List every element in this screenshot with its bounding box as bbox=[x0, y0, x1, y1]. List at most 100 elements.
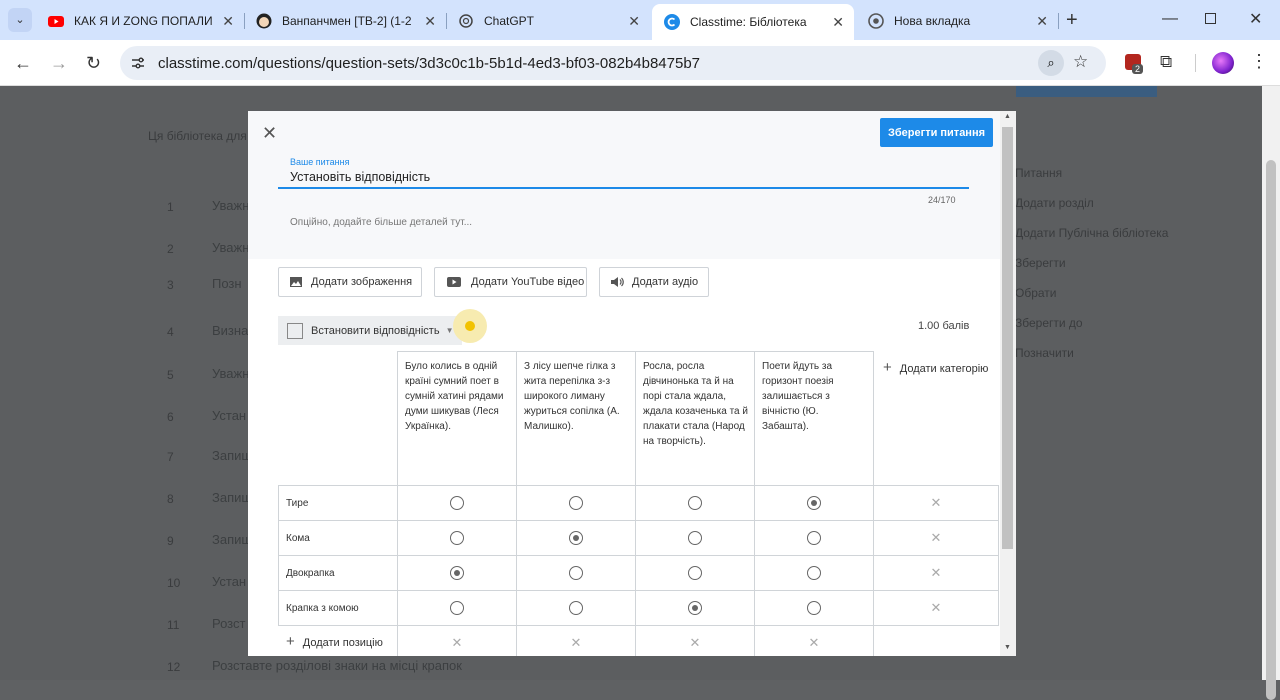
add-image-button[interactable]: Додати зображення bbox=[278, 267, 422, 297]
question-list-item[interactable]: Запиш bbox=[212, 532, 252, 547]
sidebar-action[interactable]: Обрати bbox=[1015, 286, 1057, 300]
bookmark-star-icon[interactable]: ☆ bbox=[1073, 52, 1088, 72]
sidebar-action[interactable]: Позначити bbox=[1015, 346, 1074, 360]
sidebar-action[interactable]: Зберегти до bbox=[1015, 316, 1083, 330]
question-list-item[interactable]: Уважн bbox=[212, 240, 249, 255]
close-tab-icon[interactable]: ✕ bbox=[1036, 13, 1048, 30]
position-label[interactable]: Крапка з комою bbox=[278, 590, 398, 626]
reload-button[interactable]: ↻ bbox=[86, 53, 101, 74]
radio-button[interactable] bbox=[807, 531, 821, 545]
tab-new[interactable]: Нова вкладка ✕ bbox=[856, 6, 1058, 36]
details-input[interactable]: Опційно, додайте більше деталей тут... bbox=[290, 217, 472, 228]
close-tab-icon[interactable]: ✕ bbox=[222, 13, 234, 30]
page-scrollbar[interactable] bbox=[1262, 86, 1280, 700]
remove-category-icon[interactable]: ✕ bbox=[690, 635, 701, 650]
tab-search-button[interactable]: ⌄ bbox=[8, 8, 32, 32]
close-window-button[interactable]: ✕ bbox=[1249, 9, 1262, 29]
tab-youtube[interactable]: КАК Я И ZONG ПОПАЛИ ✕ bbox=[36, 6, 244, 36]
question-type-dropdown[interactable]: Встановити відповідність ▼ bbox=[278, 316, 462, 345]
modal-scrollbar[interactable]: ▲ ▼ bbox=[1000, 111, 1016, 656]
question-input[interactable]: Установіть відповідність bbox=[290, 170, 430, 184]
radio-button[interactable] bbox=[807, 566, 821, 580]
close-tab-icon[interactable]: ✕ bbox=[628, 13, 640, 30]
address-bar[interactable]: classtime.com/questions/question-sets/3d… bbox=[120, 46, 1106, 80]
tab-classtime[interactable]: Classtime: Бібліотека ✕ bbox=[652, 4, 854, 40]
remove-position-icon[interactable]: ✕ bbox=[931, 565, 942, 580]
position-label[interactable]: Двокрапка bbox=[278, 555, 398, 591]
radio-selected[interactable] bbox=[569, 531, 583, 545]
remove-category-icon[interactable]: ✕ bbox=[571, 635, 582, 650]
question-list-item[interactable]: Запиш bbox=[212, 490, 252, 505]
restore-button[interactable] bbox=[1205, 13, 1216, 24]
save-question-button[interactable]: Зберегти питання bbox=[880, 118, 993, 147]
sidebar-action[interactable]: Питання bbox=[1015, 166, 1062, 180]
sidebar-action[interactable]: Додати розділ bbox=[1015, 196, 1094, 210]
points-value[interactable]: 1.00 балів bbox=[918, 320, 969, 332]
back-button[interactable]: ← bbox=[14, 53, 32, 74]
radio-button[interactable] bbox=[688, 531, 702, 545]
remove-category-icon[interactable]: ✕ bbox=[452, 635, 463, 650]
radio-selected[interactable] bbox=[688, 601, 702, 615]
add-image-label: Додати зображення bbox=[311, 276, 413, 288]
category-header[interactable]: Було колись в одній країні сумний поет в… bbox=[397, 351, 517, 486]
extensions-puzzle-icon[interactable]: ⧉ bbox=[1160, 52, 1172, 72]
close-tab-icon[interactable]: ✕ bbox=[424, 13, 436, 30]
add-category-button[interactable]: + Додати категорію bbox=[883, 359, 988, 376]
new-tab-button[interactable]: + bbox=[1066, 9, 1078, 32]
avatar[interactable] bbox=[1212, 52, 1234, 74]
position-label[interactable]: Тире bbox=[278, 485, 398, 521]
question-number: 4 bbox=[167, 325, 174, 339]
question-list-item[interactable]: Запиш bbox=[212, 448, 252, 463]
question-type-label: Встановити відповідність bbox=[311, 324, 440, 337]
question-editor-modal: ✕ Зберегти питання Ваше питання Установі… bbox=[248, 111, 1016, 656]
sidebar-action[interactable]: Зберегти bbox=[1015, 256, 1066, 270]
remove-position-icon[interactable]: ✕ bbox=[931, 600, 942, 615]
remove-position-icon[interactable]: ✕ bbox=[931, 495, 942, 510]
match-row: Крапка з комою ✕ bbox=[278, 590, 999, 626]
forward-button[interactable]: → bbox=[50, 53, 68, 74]
radio-button[interactable] bbox=[450, 496, 464, 510]
remove-category-icon[interactable]: ✕ bbox=[809, 635, 820, 650]
radio-selected[interactable] bbox=[807, 496, 821, 510]
tab-title: Classtime: Бібліотека bbox=[690, 15, 807, 29]
remove-position-icon[interactable]: ✕ bbox=[931, 530, 942, 545]
category-header[interactable]: З лісу шепче гілка з жита перепілка з-з … bbox=[516, 351, 636, 486]
question-list-item[interactable]: Устан bbox=[212, 408, 246, 423]
question-list-item[interactable]: Розст bbox=[212, 616, 245, 631]
category-header[interactable]: Поети йдуть за горизонт поезія залишаєть… bbox=[754, 351, 874, 486]
close-tab-icon[interactable]: ✕ bbox=[832, 14, 844, 31]
question-list-item[interactable]: Позн bbox=[212, 276, 242, 291]
radio-button[interactable] bbox=[688, 496, 702, 510]
question-list-item[interactable]: Розставте розділові знаки на місці крапо… bbox=[212, 658, 462, 673]
match-row: Кома ✕ bbox=[278, 520, 999, 556]
position-label[interactable]: Кома bbox=[278, 520, 398, 556]
toolbar: ← → ↻ classtime.com/questions/question-s… bbox=[0, 40, 1280, 86]
question-list-item[interactable]: Уважн bbox=[212, 366, 249, 381]
zoom-icon[interactable]: ⌕ bbox=[1038, 50, 1064, 76]
add-position-button[interactable]: + Додати позицію bbox=[286, 633, 383, 650]
radio-button[interactable] bbox=[450, 531, 464, 545]
add-audio-button[interactable]: Додати аудіо bbox=[599, 267, 709, 297]
question-list-item[interactable]: Устан bbox=[212, 574, 246, 589]
plus-icon: + bbox=[883, 359, 892, 376]
question-list-item[interactable]: Уважн bbox=[212, 198, 249, 213]
radio-button[interactable] bbox=[807, 601, 821, 615]
radio-button[interactable] bbox=[688, 566, 702, 580]
close-icon[interactable]: ✕ bbox=[262, 123, 277, 144]
add-category-label: Додати категорію bbox=[899, 363, 989, 375]
category-header[interactable]: Росла, росла дівчинонька та й на порі ст… bbox=[635, 351, 755, 486]
radio-button[interactable] bbox=[450, 601, 464, 615]
plus-icon: + bbox=[286, 633, 295, 650]
radio-selected[interactable] bbox=[450, 566, 464, 580]
add-youtube-button[interactable]: Додати YouTube відео bbox=[434, 267, 587, 297]
site-info-icon[interactable] bbox=[130, 55, 146, 71]
minimize-button[interactable]: — bbox=[1162, 10, 1178, 28]
question-list-item[interactable]: Визна bbox=[212, 323, 248, 338]
menu-kebab-icon[interactable]: ⋮ bbox=[1250, 51, 1268, 72]
radio-button[interactable] bbox=[569, 566, 583, 580]
sidebar-action[interactable]: Додати Публічна бібліотека bbox=[1015, 226, 1168, 240]
radio-button[interactable] bbox=[569, 601, 583, 615]
radio-button[interactable] bbox=[569, 496, 583, 510]
tab-chatgpt[interactable]: ChatGPT ✕ bbox=[446, 6, 650, 36]
tab-anime[interactable]: Ванпанчмен [ТВ-2] (1-2 ✕ bbox=[244, 6, 446, 36]
